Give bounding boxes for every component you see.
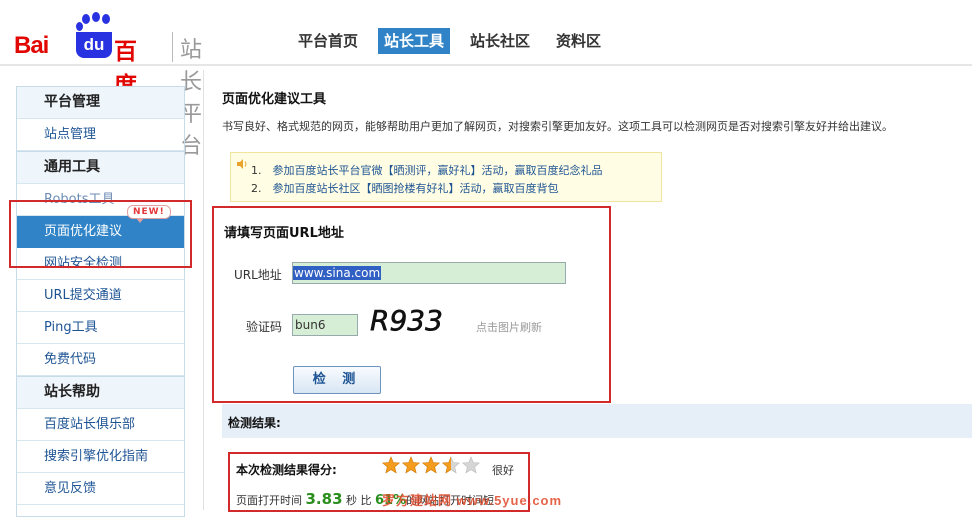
watermark: 罗方建站网 www.5yue.com <box>382 493 563 508</box>
notice-box: 1. 参加百度站长平台官微【晒测评，赢好礼】活动，赢取百度纪念礼品 2. 参加百度站… <box>230 152 662 202</box>
star-half-icon <box>442 456 460 474</box>
paw-toe <box>82 14 90 24</box>
sidebar-item-ping[interactable]: Ping工具 <box>17 312 184 344</box>
star-full-icon <box>422 456 440 474</box>
notice-item[interactable]: 2. 参加百度站长社区【晒图抢楼有好礼】活动，赢取百度背包 <box>251 180 559 196</box>
url-input[interactable]: www.sina.com <box>292 262 566 284</box>
sidebar-item-free-code[interactable]: 免费代码 <box>17 344 184 376</box>
page-title: 页面优化建议工具 <box>222 92 327 107</box>
nav-resources[interactable]: 资料区 <box>550 28 607 54</box>
header-divider <box>0 64 972 66</box>
star-full-icon <box>402 456 420 474</box>
url-input-value: www.sina.com <box>293 266 382 280</box>
captcha-text: R933 <box>370 304 443 337</box>
sidebar-item-club[interactable]: 百度站长俱乐部 <box>17 409 184 441</box>
header: Bai du 百度 站长平台 平台首页 站长工具 站长社区 资料区 <box>0 0 972 159</box>
logo-separator <box>172 32 173 62</box>
sidebar-item-site-management[interactable]: 站点管理 <box>17 119 184 151</box>
check-button[interactable]: 检 测 <box>293 366 381 394</box>
star-empty-icon <box>462 456 480 474</box>
page-description: 书写良好、格式规范的网页，能够帮助用户更加了解网页，对搜索引擎更加友好。这项工具… <box>222 120 893 133</box>
speaker-icon <box>237 159 247 169</box>
rating-word: 很好 <box>492 464 514 477</box>
nav-community[interactable]: 站长社区 <box>464 28 536 54</box>
column-divider <box>203 70 204 510</box>
time-value: 3.83 <box>305 490 343 508</box>
notice-link[interactable]: 参加百度站长社区【晒图抢楼有好礼】活动，赢取百度背包 <box>273 182 559 195</box>
rating-stars <box>382 456 482 474</box>
logo-bai: Bai <box>14 32 49 59</box>
notice-number: 1. <box>251 164 262 177</box>
logo-du: du <box>76 32 112 58</box>
sidebar-item-feedback[interactable]: 意见反馈 <box>17 473 184 505</box>
top-nav: 平台首页 站长工具 站长社区 资料区 <box>292 28 621 54</box>
result-title: 检测结果: <box>228 416 281 430</box>
time-unit: 秒 比 <box>346 494 372 507</box>
sidebar-heading-help: 站长帮助 <box>17 376 184 409</box>
time-prefix: 页面打开时间 <box>236 494 302 507</box>
nav-platform-home[interactable]: 平台首页 <box>292 28 364 54</box>
captcha-input[interactable]: bun6 <box>292 314 358 336</box>
sidebar-heading-general-tools: 通用工具 <box>17 151 184 184</box>
result-header: 检测结果: <box>222 404 972 438</box>
paw-toe <box>102 14 110 24</box>
refresh-captcha-link[interactable]: 点击图片刷新 <box>476 319 542 335</box>
score-label: 本次检测结果得分: <box>236 463 337 477</box>
sidebar-item-seo-guide[interactable]: 搜索引擎优化指南 <box>17 441 184 473</box>
notice-link[interactable]: 参加百度站长平台官微【晒测评，赢好礼】活动，赢取百度纪念礼品 <box>273 164 603 177</box>
url-label: URL地址 <box>234 268 282 282</box>
annotation-highlight-sidebar <box>9 200 192 268</box>
nav-webmaster-tools[interactable]: 站长工具 <box>378 28 451 54</box>
paw-toe <box>92 12 100 22</box>
star-full-icon <box>382 456 400 474</box>
url-check-form: 请填写页面URL地址 URL地址 www.sina.com 验证码 bun6 R… <box>212 206 611 403</box>
notice-item[interactable]: 1. 参加百度站长平台官微【晒测评，赢好礼】活动，赢取百度纪念礼品 <box>251 162 603 178</box>
captcha-image[interactable]: R933 <box>368 304 448 340</box>
captcha-label: 验证码 <box>246 320 283 334</box>
sidebar-item-url-submit[interactable]: URL提交通道 <box>17 280 184 312</box>
notice-number: 2. <box>251 182 262 195</box>
sidebar-heading-platform-management: 平台管理 <box>17 86 184 119</box>
sidebar: 平台管理 站点管理 通用工具 Robots工具 页面优化建议 NEW! 网站安全… <box>16 86 185 517</box>
paw-toe <box>76 22 83 31</box>
form-title: 请填写页面URL地址 <box>224 226 344 241</box>
